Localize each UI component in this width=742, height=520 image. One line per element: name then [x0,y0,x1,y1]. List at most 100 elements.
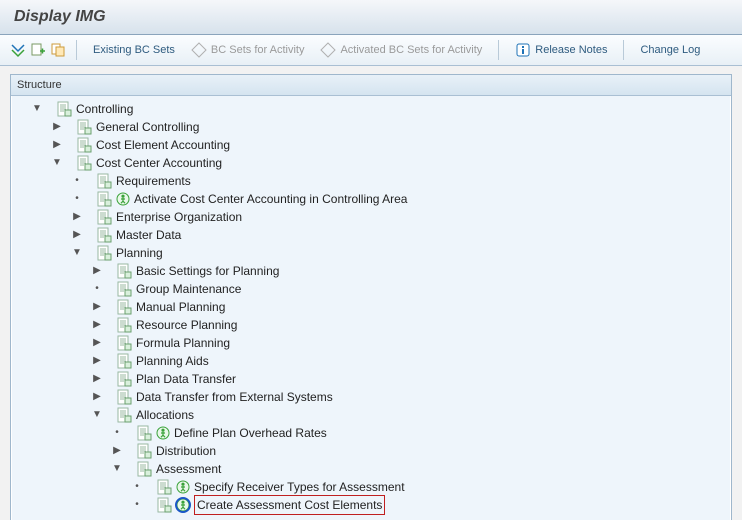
tree-node-plan-data-transfer[interactable]: ▶ Plan Data Transfer [11,370,731,388]
page-title: Display IMG [14,8,106,26]
tree-node-label[interactable]: Allocations [136,406,194,424]
doc-icon[interactable] [116,299,132,315]
toggle-icon[interactable]: ▼ [31,103,43,115]
tree-node-label[interactable]: Define Plan Overhead Rates [174,424,327,442]
doc-icon[interactable] [156,497,172,513]
tree-node-assessment[interactable]: ▼ Assessment [11,460,731,478]
doc-icon[interactable] [136,461,152,477]
tree-node-cost-center-accounting[interactable]: ▼ Cost Center Accounting [11,154,731,172]
tree-node-controlling[interactable]: ▼ Controlling [11,100,731,118]
tree-node-basic-settings[interactable]: ▶ Basic Settings for Planning [11,262,731,280]
release-notes-button[interactable]: Release Notes [509,39,613,61]
tree-node-manual-planning[interactable]: ▶ Manual Planning [11,298,731,316]
tree-node-label[interactable]: Master Data [116,226,181,244]
tree-node-label[interactable]: Controlling [76,100,133,118]
doc-icon[interactable] [136,425,152,441]
tree-node-label[interactable]: Formula Planning [136,334,230,352]
toggle-icon[interactable]: ▼ [111,463,123,475]
toggle-icon[interactable]: ▶ [91,373,103,385]
where-used-icon[interactable] [50,42,66,58]
tree-node-create-assessment-ce[interactable]: •Create Assessment Cost Elements [11,496,731,514]
doc-icon[interactable] [76,137,92,153]
toggle-icon[interactable]: ▶ [91,391,103,403]
tree-node-label[interactable]: Data Transfer from External Systems [136,388,333,406]
toggle-icon[interactable]: ▶ [91,355,103,367]
toggle-icon[interactable]: ▶ [51,121,63,133]
change-log-button[interactable]: Change Log [634,39,706,61]
tree-node-data-transfer-ext[interactable]: ▶ Data Transfer from External Systems [11,388,731,406]
tree-node-enterprise-org[interactable]: ▶ Enterprise Organization [11,208,731,226]
tree-node-group-maintenance[interactable]: •Group Maintenance [11,280,731,298]
tree-node-general-controlling[interactable]: ▶ General Controlling [11,118,731,136]
tree-node-label[interactable]: Resource Planning [136,316,237,334]
tree-node-allocations[interactable]: ▼ Allocations [11,406,731,424]
tree-node-label[interactable]: Requirements [116,172,191,190]
doc-icon[interactable] [116,281,132,297]
tree-node-distribution[interactable]: ▶ Distribution [11,442,731,460]
doc-icon[interactable] [116,317,132,333]
doc-icon[interactable] [116,371,132,387]
tree-node-activate-ccac[interactable]: •Activate Cost Center Accounting in Cont… [11,190,731,208]
tree-node-label[interactable]: General Controlling [96,118,199,136]
tree-node-label[interactable]: Specify Receiver Types for Assessment [194,478,405,496]
tree-node-formula-planning[interactable]: ▶ Formula Planning [11,334,731,352]
execute-icon[interactable] [176,498,190,512]
tree-node-planning-aids[interactable]: ▶ Planning Aids [11,352,731,370]
doc-icon[interactable] [116,263,132,279]
toggle-icon[interactable]: ▼ [71,247,83,259]
tree-node-label[interactable]: Create Assessment Cost Elements [194,495,385,515]
doc-icon[interactable] [136,443,152,459]
toggle-icon[interactable]: ▶ [91,337,103,349]
doc-icon[interactable] [156,479,172,495]
toggle-icon[interactable]: ▶ [71,211,83,223]
tree-node-resource-planning[interactable]: ▶ Resource Planning [11,316,731,334]
tree-node-label[interactable]: Assessment [156,460,221,478]
bc-sets-for-activity-button[interactable]: BC Sets for Activity [185,39,311,61]
toggle-icon[interactable]: ▶ [51,139,63,151]
tree-node-label[interactable]: Manual Planning [136,298,225,316]
tree-node-specify-receiver[interactable]: •Specify Receiver Types for Assessment [11,478,731,496]
tree-node-label[interactable]: Enterprise Organization [116,208,242,226]
tree-node-requirements[interactable]: •Requirements [11,172,731,190]
toggle-icon[interactable]: ▶ [111,445,123,457]
doc-icon[interactable] [96,227,112,243]
doc-icon[interactable] [96,191,112,207]
execute-icon[interactable] [156,426,170,440]
doc-icon[interactable] [76,119,92,135]
tree-node-planning[interactable]: ▼ Planning [11,244,731,262]
tree-node-label[interactable]: Planning Aids [136,352,209,370]
doc-icon[interactable] [96,245,112,261]
doc-icon[interactable] [116,335,132,351]
toggle-icon[interactable]: ▶ [91,319,103,331]
tree-node-label[interactable]: Distribution [156,442,216,460]
tree-node-label[interactable]: Plan Data Transfer [136,370,236,388]
toggle-icon[interactable]: ▶ [71,229,83,241]
tree-node-label[interactable]: Cost Element Accounting [96,136,230,154]
doc-icon[interactable] [56,101,72,117]
execute-icon[interactable] [116,192,130,206]
doc-icon[interactable] [96,173,112,189]
activated-bc-sets-button[interactable]: Activated BC Sets for Activity [314,39,488,61]
toggle-icon[interactable]: ▶ [91,265,103,277]
tree-node-label[interactable]: Cost Center Accounting [96,154,222,172]
doc-icon[interactable] [116,389,132,405]
add-node-icon[interactable] [30,42,46,58]
tree-node-label[interactable]: Planning [116,244,163,262]
toggle-icon[interactable]: ▼ [91,409,103,421]
tree-node-master-data[interactable]: ▶ Master Data [11,226,731,244]
expand-all-icon[interactable] [10,42,26,58]
doc-icon[interactable] [96,209,112,225]
execute-icon[interactable] [176,480,190,494]
tree-node-define-plan-overhead[interactable]: •Define Plan Overhead Rates [11,424,731,442]
tree[interactable]: ▼ Controlling ▶ General Controlling ▶ Cost El… [11,96,731,520]
toggle-icon[interactable]: ▼ [51,157,63,169]
tree-node-label[interactable]: Basic Settings for Planning [136,262,279,280]
doc-icon[interactable] [116,353,132,369]
doc-icon[interactable] [76,155,92,171]
tree-node-label[interactable]: Activate Cost Center Accounting in Contr… [134,190,407,208]
existing-bc-sets-button[interactable]: Existing BC Sets [87,39,181,61]
doc-icon[interactable] [116,407,132,423]
tree-node-cost-element-accounting[interactable]: ▶ Cost Element Accounting [11,136,731,154]
toggle-icon[interactable]: ▶ [91,301,103,313]
tree-node-label[interactable]: Group Maintenance [136,280,241,298]
